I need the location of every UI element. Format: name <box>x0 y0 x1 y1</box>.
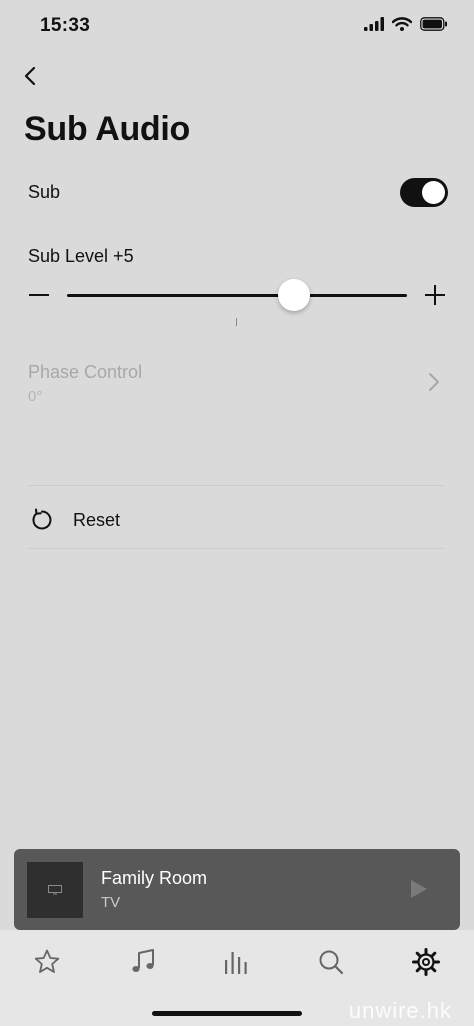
tab-favorites[interactable] <box>27 944 67 980</box>
status-bar: 15:33 <box>0 0 474 50</box>
divider <box>28 548 444 549</box>
minus-icon <box>29 294 49 296</box>
sub-level-label: Sub Level +5 <box>28 246 134 266</box>
home-indicator <box>152 1011 302 1016</box>
play-button[interactable] <box>406 876 432 902</box>
room-thumbnail <box>27 862 83 918</box>
back-button[interactable] <box>16 62 44 90</box>
reset-label: Reset <box>73 510 121 530</box>
tab-rooms[interactable] <box>216 944 256 980</box>
room-source: TV <box>101 894 121 911</box>
room-name: Family Room <box>101 868 208 888</box>
tv-icon <box>48 885 62 895</box>
search-icon <box>319 950 344 975</box>
sub-level-decrease-button[interactable] <box>25 280 53 310</box>
battery-icon <box>420 17 447 31</box>
phase-control-label: Phase Control <box>28 362 143 382</box>
music-note-icon <box>132 949 154 972</box>
chevron-left-icon <box>24 66 36 86</box>
sub-label: Sub <box>28 182 61 202</box>
bars-icon <box>225 952 247 974</box>
sub-level-increase-button[interactable] <box>421 280 449 310</box>
cellular-signal-icon <box>364 17 384 31</box>
play-icon <box>411 880 427 898</box>
page-title: Sub Audio <box>24 110 191 148</box>
mini-player[interactable]: Family Room TV <box>14 849 460 930</box>
tab-settings[interactable] <box>406 944 446 980</box>
reset-button[interactable]: Reset <box>0 492 474 548</box>
chevron-right-icon <box>429 373 439 391</box>
status-icons <box>364 17 448 31</box>
watermark: unwire.hk <box>348 998 452 1023</box>
slider-center-tick <box>236 318 237 326</box>
toggle-knob <box>422 181 445 204</box>
status-time: 15:33 <box>40 15 91 36</box>
gear-icon <box>412 948 440 976</box>
divider <box>28 485 444 486</box>
tab-music[interactable] <box>123 944 163 980</box>
phase-control-row[interactable]: Phase Control 0° <box>0 356 474 412</box>
slider-thumb[interactable] <box>277 279 310 311</box>
reset-icon <box>32 508 52 530</box>
sub-level-slider[interactable] <box>67 279 407 311</box>
star-icon <box>34 949 60 973</box>
plus-icon <box>425 285 445 305</box>
phase-control-value: 0° <box>28 388 43 405</box>
sub-toggle[interactable] <box>400 178 448 207</box>
wifi-icon <box>392 17 412 31</box>
tab-search[interactable] <box>311 944 351 980</box>
